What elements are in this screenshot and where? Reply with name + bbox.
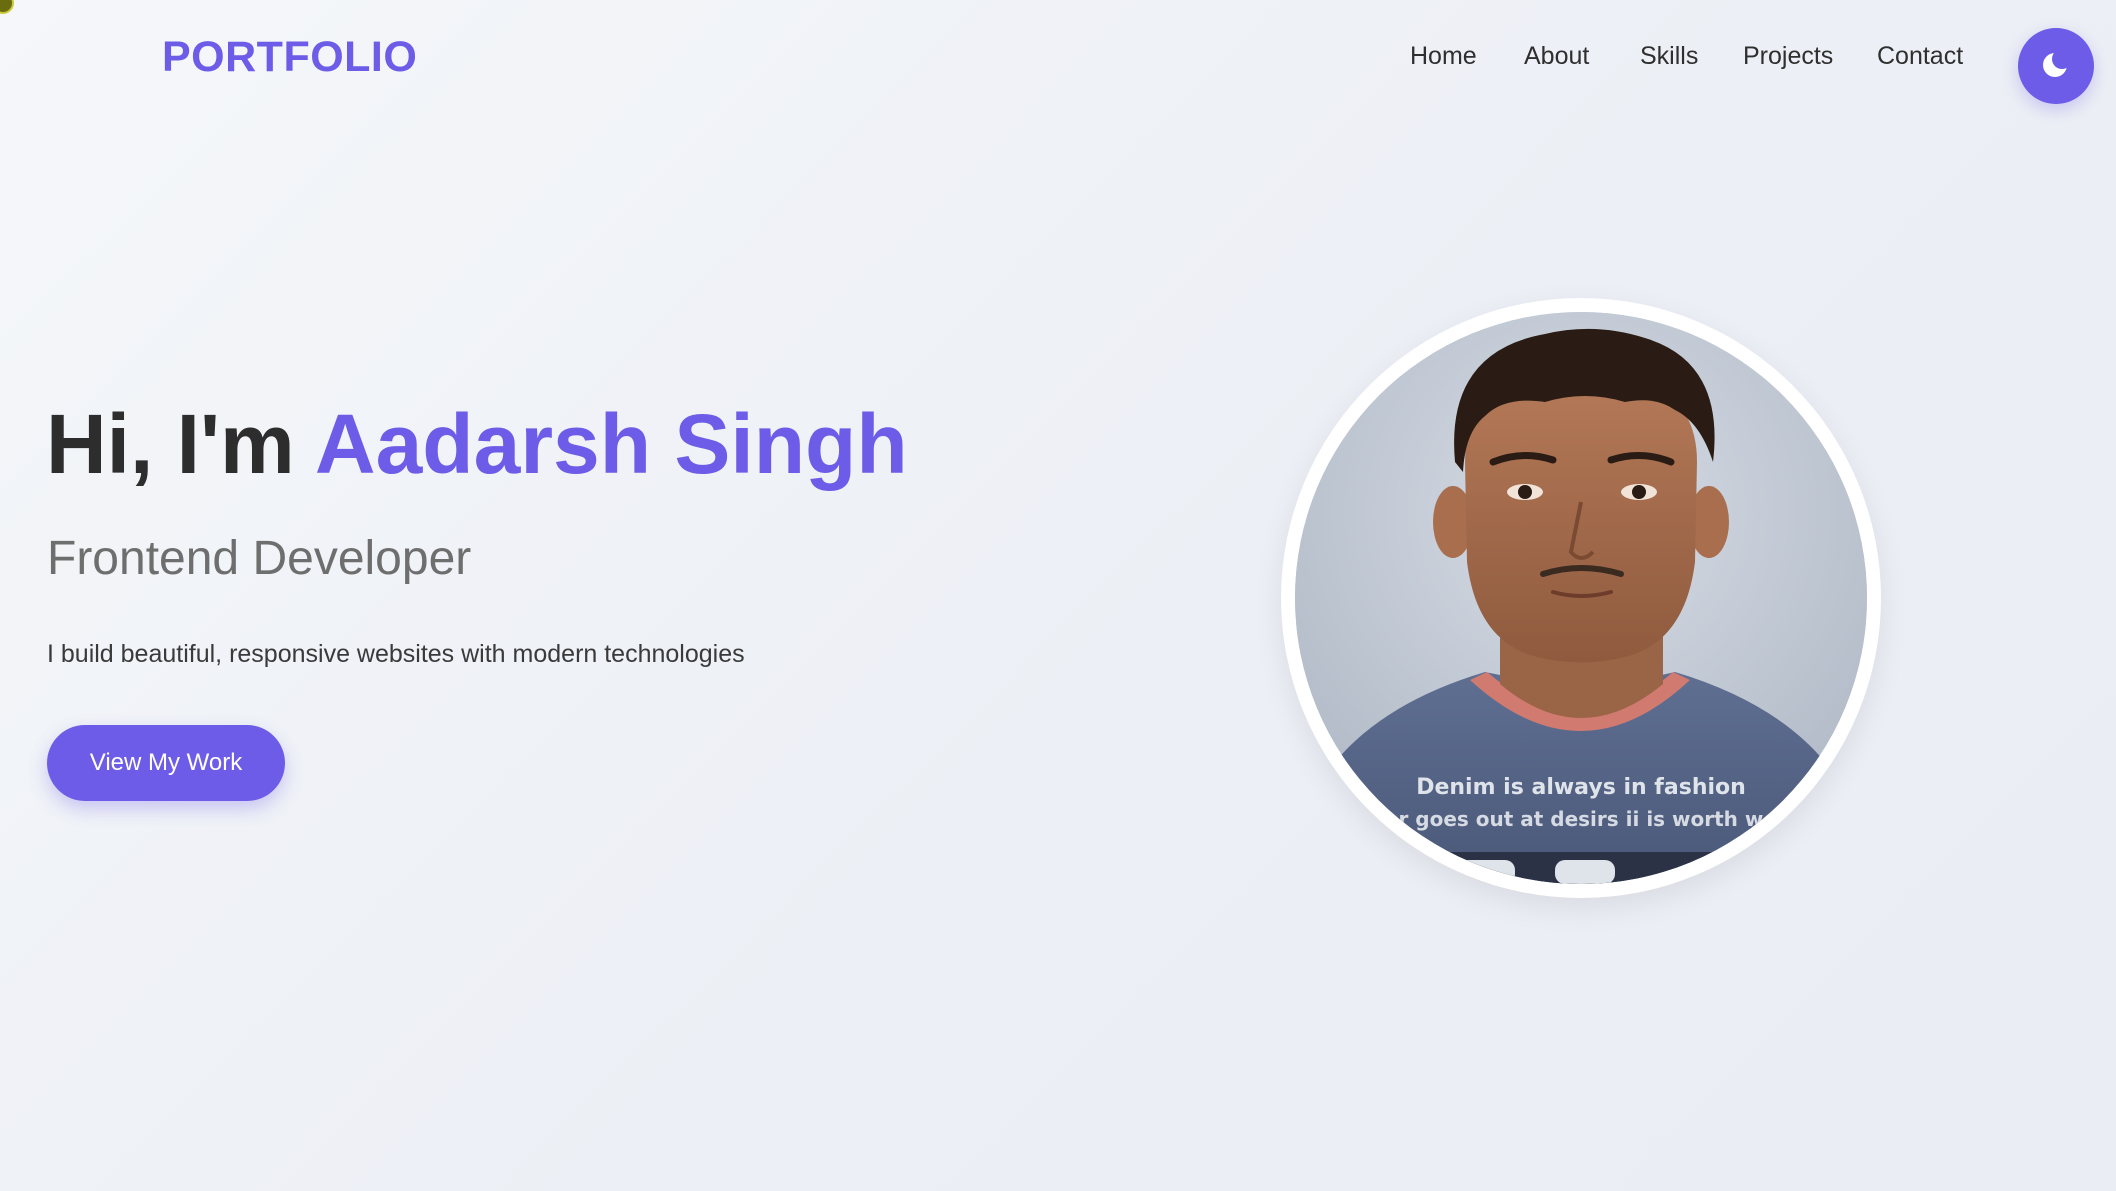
- navbar: PORTFOLIO Home About Skills Projects Con…: [0, 0, 2116, 118]
- moon-icon: [2041, 50, 2071, 83]
- nav-link-skills[interactable]: Skills: [1640, 40, 1698, 73]
- nav-item-skills: Skills: [1640, 40, 1698, 73]
- nav-link-about[interactable]: About: [1524, 40, 1589, 73]
- view-my-work-button[interactable]: View My Work: [47, 725, 285, 801]
- hero-greeting: Hi, I'm: [46, 397, 295, 491]
- nav-item-projects: Projects: [1743, 40, 1833, 73]
- profile-photo: Denim is always in fashion er goes out a…: [1295, 312, 1867, 884]
- nav-link-contact[interactable]: Contact: [1877, 40, 1963, 73]
- profile-photo-frame: Denim is always in fashion er goes out a…: [1281, 298, 1881, 898]
- shirt-print-line-2: er goes out at desirs ii is worth wo: [1385, 807, 1777, 831]
- theme-toggle-button[interactable]: [2018, 28, 2094, 104]
- shirt-print-line-1: Denim is always in fashion: [1416, 775, 1746, 800]
- nav-item-home: Home: [1410, 40, 1477, 73]
- hero-description: I build beautiful, responsive websites w…: [47, 640, 745, 668]
- nav-link-projects[interactable]: Projects: [1743, 40, 1833, 73]
- nav-item-contact: Contact: [1877, 40, 1963, 73]
- hero-title: Hi, I'm Aadarsh Singh: [46, 398, 908, 490]
- nav-item-about: About: [1524, 40, 1589, 73]
- hero-role: Frontend Developer: [47, 532, 472, 585]
- hero-name: Aadarsh Singh: [314, 397, 908, 491]
- nav-link-home[interactable]: Home: [1410, 40, 1477, 73]
- logo[interactable]: PORTFOLIO: [162, 30, 417, 86]
